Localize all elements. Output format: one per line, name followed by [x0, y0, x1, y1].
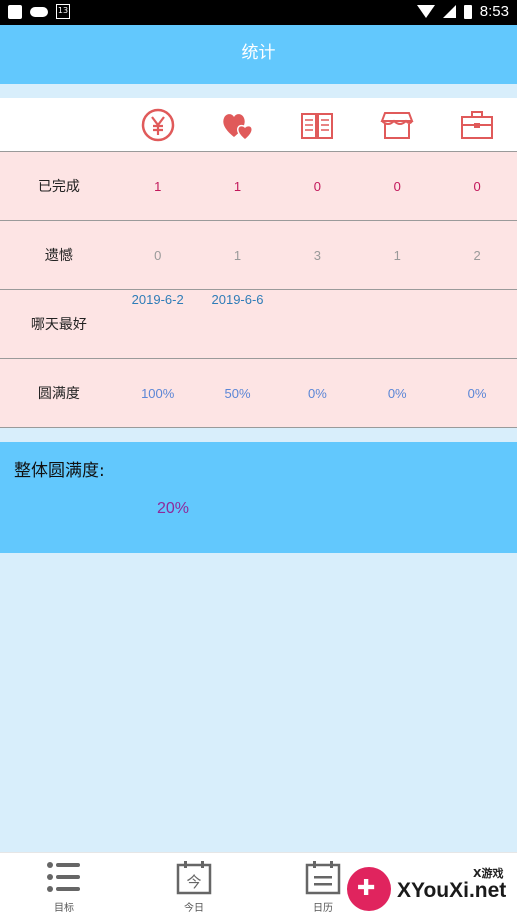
- table-row-completed: 已完成 1 1 0 0 0: [0, 152, 517, 221]
- tab-label: 今日: [184, 903, 204, 914]
- book-icon: [277, 98, 357, 151]
- table-cell: 1: [233, 178, 242, 194]
- watermark: ✚ X游戏 XYouXi.net: [345, 861, 515, 919]
- table-cell: 2019-6-2: [131, 292, 184, 307]
- gamepad-plus-icon: ✚: [357, 876, 376, 901]
- stats-table: 已完成 1 1 0 0 0 遗憾 0 1 3 1 2 哪天最好 2019-6-2…: [0, 98, 517, 428]
- table-cell: 0%: [307, 385, 327, 401]
- wifi-icon: [416, 5, 435, 18]
- table-cell: 1: [393, 247, 401, 263]
- row-label: 已完成: [37, 179, 80, 195]
- table-cell: 0: [154, 247, 162, 263]
- shop-icon: [357, 98, 437, 151]
- tab-today[interactable]: 今 今日: [164, 859, 224, 914]
- table-cell: [277, 290, 357, 358]
- table-header-row: [0, 98, 517, 152]
- briefcase-icon: [437, 98, 517, 151]
- table-cell: 100%: [141, 385, 175, 401]
- watermark-brand-text: XYouXi.net: [397, 879, 507, 902]
- table-cell: 0: [393, 178, 401, 194]
- tab-label: 日历: [313, 903, 333, 914]
- summary-value: 20%: [157, 500, 190, 517]
- list-icon: [47, 862, 80, 892]
- tab-goals[interactable]: 目标: [34, 859, 94, 914]
- cloud-icon: [30, 6, 48, 17]
- table-cell: [357, 290, 437, 358]
- table-cell: 50%: [224, 385, 251, 401]
- table-cell: 0%: [387, 385, 407, 401]
- svg-text:今: 今: [186, 873, 201, 891]
- hearts-icon: [198, 98, 278, 151]
- table-cell: 3: [313, 247, 321, 263]
- bottom-nav: 目标 今 今日 日历 ✚ X游戏 XYouXi.net: [0, 852, 517, 921]
- table-cell: 0: [313, 178, 321, 194]
- signal-icon: [442, 5, 456, 18]
- tab-label: 目标: [54, 903, 74, 914]
- yen-icon: [118, 98, 198, 151]
- table-cell: 2019-6-6: [211, 292, 264, 307]
- header-empty-cell: [0, 98, 118, 151]
- table-row-satisfaction: 圆满度 100% 50% 0% 0% 0%: [0, 359, 517, 428]
- table-cell: 1: [154, 178, 162, 194]
- table-cell: 1: [233, 247, 242, 263]
- row-label: 哪天最好: [30, 317, 87, 333]
- table-cell: 0: [473, 178, 481, 194]
- table-row-best-day: 哪天最好 2019-6-2 2019-6-6: [0, 290, 517, 359]
- table-cell: 0%: [467, 385, 487, 401]
- calendar-notification-icon: 13: [56, 4, 70, 19]
- tab-calendar[interactable]: 日历: [293, 859, 353, 914]
- row-label: 圆满度: [37, 386, 80, 402]
- calendar-icon: [305, 861, 341, 895]
- today-calendar-icon: 今: [176, 861, 212, 895]
- row-label: 遗憾: [44, 248, 73, 264]
- table-cell: 2: [473, 247, 481, 263]
- page-title: 统计: [241, 43, 276, 63]
- battery-icon: [463, 4, 472, 19]
- summary-title: 整体圆满度:: [14, 461, 105, 481]
- table-cell: [437, 290, 517, 358]
- overall-satisfaction-panel: 整体圆满度: 20%: [0, 442, 517, 553]
- notification-icon: [8, 4, 22, 19]
- status-bar: 13 8:53: [0, 0, 517, 25]
- app-bar: 统计: [0, 25, 517, 84]
- table-row-regret: 遗憾 0 1 3 1 2: [0, 221, 517, 290]
- status-time: 8:53: [479, 3, 509, 20]
